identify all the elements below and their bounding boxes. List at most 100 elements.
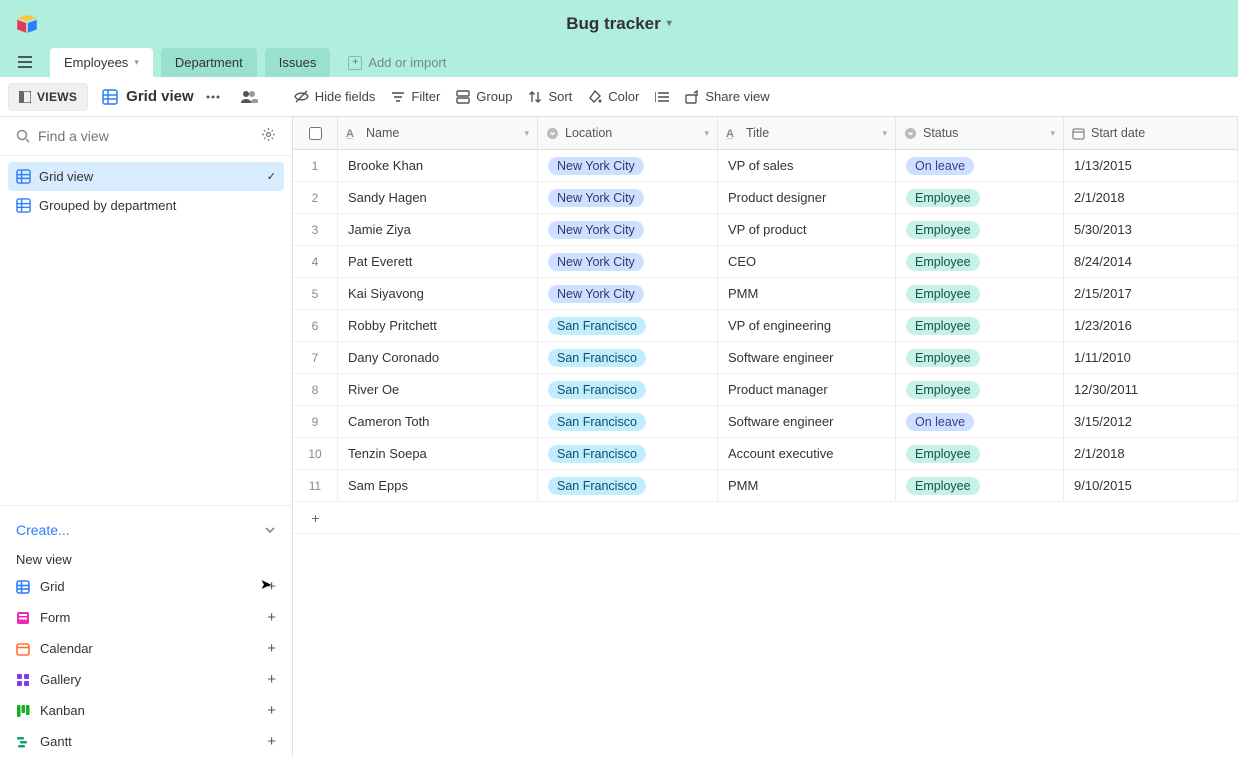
cell-start-date[interactable]: 3/15/2012 bbox=[1064, 406, 1238, 437]
cell-start-date[interactable]: 8/24/2014 bbox=[1064, 246, 1238, 277]
share-view-button[interactable]: Share view bbox=[685, 89, 769, 104]
create-view-grid[interactable]: Grid + bbox=[16, 571, 276, 602]
column-header-name[interactable]: A̲ Name▾ bbox=[338, 117, 538, 149]
add-row-button[interactable]: + bbox=[293, 502, 1238, 534]
cell-status[interactable]: Employee bbox=[896, 470, 1064, 501]
cell-location[interactable]: San Francisco bbox=[538, 470, 718, 501]
add-or-import-tab[interactable]: + Add or import bbox=[338, 48, 456, 77]
create-view-toggle[interactable]: Create... bbox=[16, 516, 276, 544]
cell-status[interactable]: Employee bbox=[896, 246, 1064, 277]
cell-status[interactable]: On leave bbox=[896, 150, 1064, 181]
cell-status[interactable]: Employee bbox=[896, 182, 1064, 213]
cell-name[interactable]: Tenzin Soepa bbox=[338, 438, 538, 469]
group-button[interactable]: Group bbox=[456, 89, 512, 104]
table-row[interactable]: 3 Jamie Ziya New York City VP of product… bbox=[293, 214, 1238, 246]
cell-location[interactable]: New York City bbox=[538, 182, 718, 213]
column-header-status[interactable]: Status▾ bbox=[896, 117, 1064, 149]
cell-status[interactable]: Employee bbox=[896, 278, 1064, 309]
collaborators-button[interactable] bbox=[232, 84, 266, 110]
cell-title[interactable]: Software engineer bbox=[718, 406, 896, 437]
cell-name[interactable]: Cameron Toth bbox=[338, 406, 538, 437]
cell-location[interactable]: San Francisco bbox=[538, 342, 718, 373]
column-header-location[interactable]: Location▾ bbox=[538, 117, 718, 149]
find-view-input[interactable] bbox=[38, 128, 253, 144]
column-header-start-date[interactable]: Start date bbox=[1064, 117, 1238, 149]
airtable-logo-icon[interactable] bbox=[14, 10, 40, 39]
cell-title[interactable]: VP of engineering bbox=[718, 310, 896, 341]
cell-location[interactable]: San Francisco bbox=[538, 406, 718, 437]
create-view-gantt[interactable]: Gantt + bbox=[16, 726, 276, 757]
cell-location[interactable]: New York City bbox=[538, 278, 718, 309]
cell-start-date[interactable]: 2/15/2017 bbox=[1064, 278, 1238, 309]
table-row[interactable]: 4 Pat Everett New York City CEO Employee… bbox=[293, 246, 1238, 278]
view-item[interactable]: Grid view ✓ bbox=[8, 162, 284, 191]
cell-name[interactable]: Robby Pritchett bbox=[338, 310, 538, 341]
plus-icon[interactable]: + bbox=[267, 609, 276, 626]
cell-start-date[interactable]: 2/1/2018 bbox=[1064, 438, 1238, 469]
cell-status[interactable]: Employee bbox=[896, 310, 1064, 341]
cell-start-date[interactable]: 9/10/2015 bbox=[1064, 470, 1238, 501]
cell-status[interactable]: Employee bbox=[896, 438, 1064, 469]
cell-title[interactable]: CEO bbox=[718, 246, 896, 277]
cell-start-date[interactable]: 1/23/2016 bbox=[1064, 310, 1238, 341]
plus-icon[interactable]: + bbox=[267, 671, 276, 688]
cell-name[interactable]: Kai Siyavong bbox=[338, 278, 538, 309]
table-row[interactable]: 1 Brooke Khan New York City VP of sales … bbox=[293, 150, 1238, 182]
tab-department[interactable]: Department bbox=[161, 48, 257, 77]
table-row[interactable]: 11 Sam Epps San Francisco PMM Employee 9… bbox=[293, 470, 1238, 502]
cell-location[interactable]: San Francisco bbox=[538, 374, 718, 405]
base-name-dropdown[interactable]: Bug tracker ▾ bbox=[566, 14, 672, 34]
cell-title[interactable]: VP of product bbox=[718, 214, 896, 245]
table-row[interactable]: 5 Kai Siyavong New York City PMM Employe… bbox=[293, 278, 1238, 310]
cell-start-date[interactable]: 5/30/2013 bbox=[1064, 214, 1238, 245]
cell-status[interactable]: Employee bbox=[896, 342, 1064, 373]
cell-name[interactable]: River Oe bbox=[338, 374, 538, 405]
cell-status[interactable]: Employee bbox=[896, 374, 1064, 405]
table-row[interactable]: 8 River Oe San Francisco Product manager… bbox=[293, 374, 1238, 406]
cell-title[interactable]: Software engineer bbox=[718, 342, 896, 373]
create-view-calendar[interactable]: Calendar + bbox=[16, 633, 276, 664]
create-view-gallery[interactable]: Gallery + bbox=[16, 664, 276, 695]
table-row[interactable]: 6 Robby Pritchett San Francisco VP of en… bbox=[293, 310, 1238, 342]
cell-location[interactable]: San Francisco bbox=[538, 438, 718, 469]
row-height-button[interactable] bbox=[655, 90, 669, 104]
cell-name[interactable]: Jamie Ziya bbox=[338, 214, 538, 245]
cell-title[interactable]: PMM bbox=[718, 470, 896, 501]
tab-employees[interactable]: Employees ▾ bbox=[50, 48, 153, 77]
filter-button[interactable]: Filter bbox=[391, 89, 440, 104]
view-item[interactable]: Grouped by department bbox=[8, 191, 284, 220]
cell-title[interactable]: Product manager bbox=[718, 374, 896, 405]
table-row[interactable]: 2 Sandy Hagen New York City Product desi… bbox=[293, 182, 1238, 214]
cell-start-date[interactable]: 1/11/2010 bbox=[1064, 342, 1238, 373]
cell-title[interactable]: Product designer bbox=[718, 182, 896, 213]
current-view-name[interactable]: Grid view bbox=[102, 88, 194, 105]
cell-start-date[interactable]: 12/30/2011 bbox=[1064, 374, 1238, 405]
sort-button[interactable]: Sort bbox=[528, 89, 572, 104]
view-options-button[interactable] bbox=[198, 89, 228, 105]
table-row[interactable]: 10 Tenzin Soepa San Francisco Account ex… bbox=[293, 438, 1238, 470]
cell-location[interactable]: New York City bbox=[538, 246, 718, 277]
gear-icon[interactable] bbox=[261, 127, 276, 145]
create-view-form[interactable]: Form + bbox=[16, 602, 276, 633]
cell-status[interactable]: On leave bbox=[896, 406, 1064, 437]
cell-name[interactable]: Dany Coronado bbox=[338, 342, 538, 373]
table-row[interactable]: 9 Cameron Toth San Francisco Software en… bbox=[293, 406, 1238, 438]
cell-name[interactable]: Brooke Khan bbox=[338, 150, 538, 181]
select-all-checkbox[interactable] bbox=[309, 127, 322, 140]
column-header-title[interactable]: A̲ Title▾ bbox=[718, 117, 896, 149]
plus-icon[interactable]: + bbox=[267, 702, 276, 719]
cell-title[interactable]: Account executive bbox=[718, 438, 896, 469]
hide-fields-button[interactable]: Hide fields bbox=[294, 89, 376, 104]
cell-title[interactable]: VP of sales bbox=[718, 150, 896, 181]
menu-icon[interactable] bbox=[8, 47, 42, 77]
plus-icon[interactable]: + bbox=[267, 578, 276, 595]
cell-location[interactable]: San Francisco bbox=[538, 310, 718, 341]
cell-name[interactable]: Pat Everett bbox=[338, 246, 538, 277]
views-toggle-button[interactable]: VIEWS bbox=[8, 83, 88, 111]
create-view-kanban[interactable]: Kanban + bbox=[16, 695, 276, 726]
cell-start-date[interactable]: 1/13/2015 bbox=[1064, 150, 1238, 181]
plus-icon[interactable]: + bbox=[267, 640, 276, 657]
cell-location[interactable]: New York City bbox=[538, 150, 718, 181]
cell-status[interactable]: Employee bbox=[896, 214, 1064, 245]
cell-start-date[interactable]: 2/1/2018 bbox=[1064, 182, 1238, 213]
